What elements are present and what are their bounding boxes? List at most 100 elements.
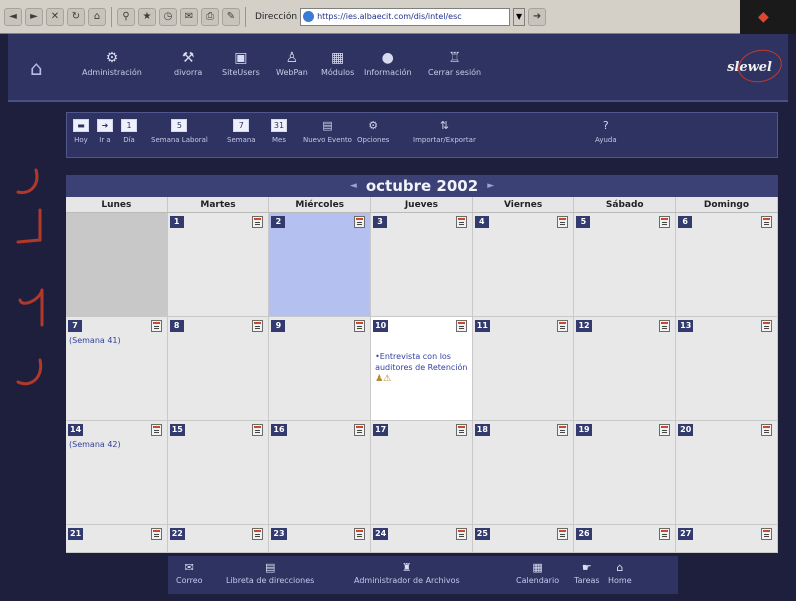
add-event-icon[interactable] xyxy=(760,528,772,540)
add-event-icon[interactable] xyxy=(557,424,569,436)
add-event-icon[interactable] xyxy=(455,216,467,228)
calendar-day[interactable]: 25 xyxy=(472,525,575,552)
home-icon[interactable]: ⌂ xyxy=(30,56,43,80)
day-number[interactable]: 3 xyxy=(373,216,388,228)
day-number[interactable]: 17 xyxy=(373,424,389,436)
nav-logout[interactable]: ♖ Cerrar sesión xyxy=(428,48,481,77)
calendar-day[interactable]: 5 xyxy=(574,213,677,316)
calendar-day[interactable]: 17 xyxy=(371,421,473,524)
day-number[interactable]: 20 xyxy=(678,424,694,436)
toolbar-workweek[interactable]: 5 Semana Laboral xyxy=(151,119,208,144)
footer-calendar[interactable]: ▦ Calendario xyxy=(516,560,559,585)
add-event-icon[interactable] xyxy=(455,528,467,540)
favorites-icon[interactable]: ★ xyxy=(138,7,156,26)
day-number[interactable]: 1 xyxy=(169,216,184,228)
calendar-day[interactable]: 3 xyxy=(371,213,473,316)
nav-webpan[interactable]: ♙ WebPan xyxy=(276,48,308,77)
day-number[interactable]: 19 xyxy=(576,424,592,436)
add-event-icon[interactable] xyxy=(354,424,366,436)
toolbar-month[interactable]: 31 Mes xyxy=(271,119,287,144)
day-number[interactable]: 9 xyxy=(271,320,286,332)
day-number[interactable]: 7 xyxy=(68,320,82,332)
calendar-day[interactable]: 14 (Semana 42) xyxy=(66,421,168,524)
day-number[interactable]: 22 xyxy=(169,528,185,540)
add-event-icon[interactable] xyxy=(455,320,467,332)
day-number[interactable]: 21 xyxy=(68,528,84,540)
day-number[interactable]: 10 xyxy=(373,320,389,332)
nav-modules[interactable]: ▦ Módulos xyxy=(321,48,354,77)
add-event-icon[interactable] xyxy=(760,216,772,228)
calendar-day[interactable]: 15 xyxy=(167,421,270,524)
add-event-icon[interactable] xyxy=(760,424,772,436)
calendar-day[interactable]: 11 xyxy=(472,317,575,420)
add-event-icon[interactable] xyxy=(150,320,162,332)
add-event-icon[interactable] xyxy=(150,528,162,540)
day-number[interactable]: 5 xyxy=(576,216,591,228)
toolbar-day[interactable]: 1 Día xyxy=(121,119,137,144)
nav-divorra[interactable]: ⚒ divorra xyxy=(174,48,202,77)
calendar-day[interactable]: 26 xyxy=(574,525,677,552)
calendar-day[interactable]: 7 (Semana 41) xyxy=(66,317,168,420)
calendar-day[interactable]: 24 xyxy=(371,525,473,552)
add-event-icon[interactable] xyxy=(659,424,671,436)
calendar-day[interactable]: 13 xyxy=(676,317,778,420)
calendar-day[interactable]: 22 xyxy=(167,525,270,552)
calendar-day[interactable]: 21 xyxy=(66,525,168,552)
day-number[interactable]: 14 xyxy=(68,424,84,436)
next-month-icon[interactable]: ► xyxy=(487,181,494,191)
day-number[interactable]: 16 xyxy=(271,424,287,436)
week-number-link[interactable]: (Semana 41) xyxy=(69,336,121,345)
day-number[interactable]: 8 xyxy=(169,320,184,332)
home-icon[interactable]: ⌂ xyxy=(88,7,106,26)
nav-siteusers[interactable]: ▣ SiteUsers xyxy=(222,48,260,77)
add-event-icon[interactable] xyxy=(252,424,264,436)
day-number[interactable]: 6 xyxy=(678,216,693,228)
calendar-day[interactable]: 16 xyxy=(269,421,372,524)
prev-month-icon[interactable]: ◄ xyxy=(350,181,357,191)
day-number[interactable]: 24 xyxy=(373,528,389,540)
day-number[interactable]: 13 xyxy=(678,320,694,332)
add-event-icon[interactable] xyxy=(659,320,671,332)
toolbar-today[interactable]: ▬ Hoy xyxy=(73,119,89,144)
footer-home[interactable]: ⌂ Home xyxy=(608,560,632,585)
go-icon[interactable]: ➜ xyxy=(528,7,547,26)
print-icon[interactable]: ⎙ xyxy=(201,7,219,26)
address-field[interactable]: https://ies.albaecit.com/dis/intel/esc xyxy=(300,7,511,26)
add-event-icon[interactable] xyxy=(252,528,264,540)
day-number[interactable]: 12 xyxy=(576,320,592,332)
day-number[interactable]: 26 xyxy=(576,528,592,540)
footer-files[interactable]: ♜ Administrador de Archivos xyxy=(354,560,460,585)
history-icon[interactable]: ◷ xyxy=(159,7,177,26)
add-event-icon[interactable] xyxy=(659,216,671,228)
add-event-icon[interactable] xyxy=(455,424,467,436)
add-event-icon[interactable] xyxy=(150,424,162,436)
add-event-icon[interactable] xyxy=(354,216,366,228)
toolbar-goto[interactable]: ➜ Ir a xyxy=(97,119,113,144)
footer-mail[interactable]: ✉ Correo xyxy=(176,560,203,585)
calendar-day[interactable]: 23 xyxy=(269,525,372,552)
calendar-day[interactable]: 8 xyxy=(167,317,270,420)
edit-icon[interactable]: ✎ xyxy=(222,7,240,26)
add-event-icon[interactable] xyxy=(760,320,772,332)
add-event-icon[interactable] xyxy=(557,216,569,228)
footer-tasks[interactable]: ☛ Tareas xyxy=(574,560,600,585)
calendar-day[interactable]: 1 xyxy=(167,213,270,316)
day-number[interactable]: 4 xyxy=(474,216,489,228)
toolbar-week[interactable]: 7 Semana xyxy=(227,119,256,144)
calendar-day[interactable]: 9 xyxy=(269,317,372,420)
toolbar-help[interactable]: ? Ayuda xyxy=(595,119,617,144)
nav-info[interactable]: ● Información xyxy=(364,48,412,77)
mail-icon[interactable]: ✉ xyxy=(180,7,198,26)
calendar-day[interactable]: 18 xyxy=(472,421,575,524)
nav-admin[interactable]: ⚙ Administración xyxy=(82,48,142,77)
search-icon[interactable]: ⚲ xyxy=(117,7,135,26)
calendar-day[interactable]: 27 xyxy=(676,525,778,552)
add-event-icon[interactable] xyxy=(252,216,264,228)
add-event-icon[interactable] xyxy=(354,320,366,332)
day-number[interactable]: 27 xyxy=(678,528,694,540)
stop-icon[interactable]: ✕ xyxy=(46,7,64,26)
day-number[interactable]: 15 xyxy=(169,424,185,436)
calendar-day-today[interactable]: 2 xyxy=(269,213,372,316)
calendar-day-with-event[interactable]: 10 •Entrevista con los auditores de Rete… xyxy=(371,317,473,420)
add-event-icon[interactable] xyxy=(557,528,569,540)
